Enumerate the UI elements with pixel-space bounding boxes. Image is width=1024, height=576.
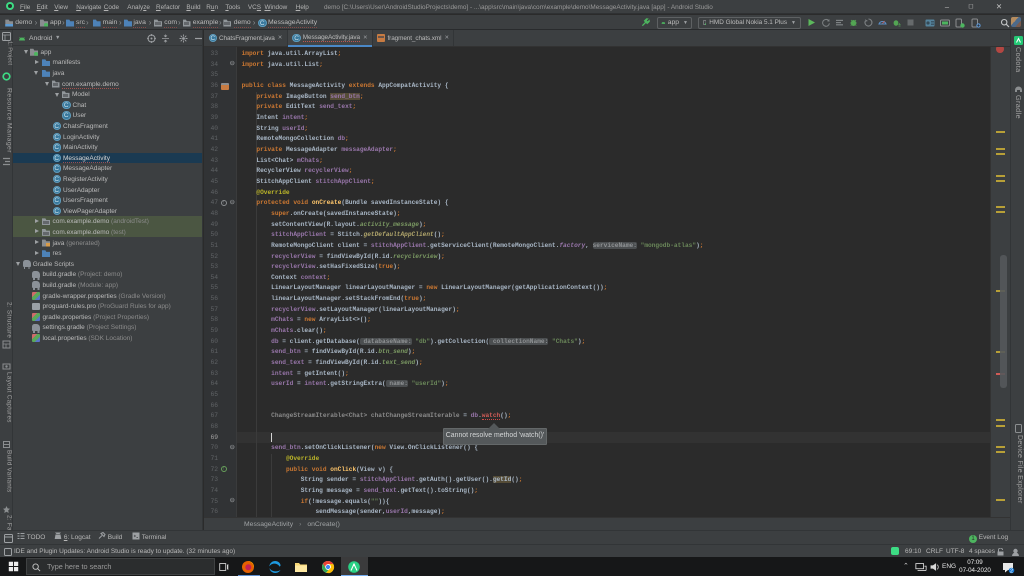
svg-text:2: 2 bbox=[1010, 568, 1013, 573]
